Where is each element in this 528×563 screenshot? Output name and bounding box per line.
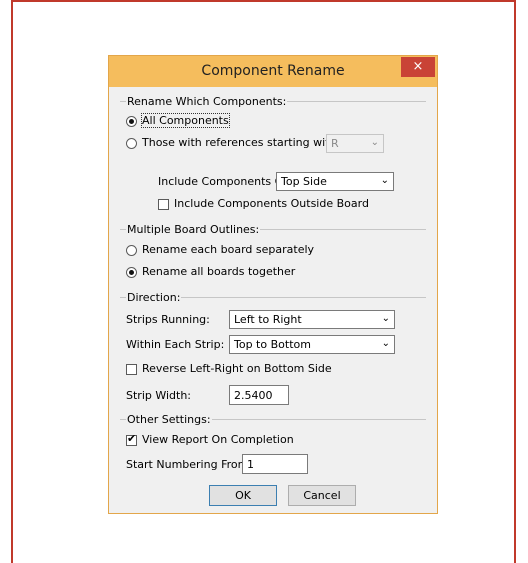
radio-rename-together[interactable] (126, 267, 137, 278)
radio-references-prefix[interactable] (126, 138, 137, 149)
label-reverse-left-right[interactable]: Reverse Left-Right on Bottom Side (142, 362, 332, 375)
include-on-value: Top Side (281, 175, 327, 188)
checkbox-reverse-left-right[interactable] (126, 364, 137, 375)
prefix-select[interactable]: R ⌄ (326, 134, 384, 153)
component-rename-dialog: Component Rename × Rename Which Componen… (108, 55, 438, 514)
label-within-each-strip: Within Each Strip: (126, 338, 225, 351)
group-label-direction: Direction: (126, 291, 182, 304)
label-include-components-on: Include Components On: (158, 175, 294, 188)
within-strip-select[interactable]: Top to Bottom ⌄ (229, 335, 395, 354)
prefix-value: R (331, 137, 339, 150)
ok-button[interactable]: OK (209, 485, 277, 506)
label-view-report[interactable]: View Report On Completion (142, 433, 294, 446)
label-start-numbering: Start Numbering From: (126, 458, 253, 471)
label-strip-width: Strip Width: (126, 389, 192, 402)
include-on-select[interactable]: Top Side ⌄ (276, 172, 394, 191)
close-icon: × (412, 59, 424, 74)
dialog-title: Component Rename (201, 63, 345, 79)
strip-width-value: 2.5400 (234, 389, 273, 402)
group-label-rename-which: Rename Which Components: (126, 95, 288, 108)
strip-width-input[interactable]: 2.5400 (229, 385, 289, 405)
strips-running-select[interactable]: Left to Right ⌄ (229, 310, 395, 329)
start-numbering-value: 1 (247, 458, 254, 471)
close-button[interactable]: × (401, 57, 435, 77)
title-bar[interactable]: Component Rename × (109, 56, 437, 87)
within-strip-value: Top to Bottom (234, 338, 311, 351)
label-references-prefix[interactable]: Those with references starting with: (142, 136, 340, 149)
chevron-down-icon: ⌄ (370, 137, 379, 148)
dialog-body: Rename Which Components: All Components … (116, 87, 430, 507)
checkbox-outside-board[interactable] (158, 199, 169, 210)
checkmark-icon: ✔ (127, 432, 137, 445)
start-numbering-input[interactable]: 1 (242, 454, 308, 474)
label-rename-together[interactable]: Rename all boards together (142, 265, 295, 278)
label-strips-running: Strips Running: (126, 313, 210, 326)
chevron-down-icon: ⌄ (380, 175, 389, 186)
label-outside-board[interactable]: Include Components Outside Board (174, 197, 369, 210)
group-label-board-outlines: Multiple Board Outlines: (126, 223, 261, 236)
radio-rename-separately[interactable] (126, 245, 137, 256)
radio-all-components[interactable] (126, 116, 137, 127)
cancel-button[interactable]: Cancel (288, 485, 356, 506)
chevron-down-icon: ⌄ (381, 338, 390, 349)
checkbox-view-report[interactable]: ✔ (126, 432, 137, 446)
group-label-other-settings: Other Settings: (126, 413, 212, 426)
chevron-down-icon: ⌄ (381, 313, 390, 324)
strips-running-value: Left to Right (234, 313, 302, 326)
label-rename-separately[interactable]: Rename each board separately (142, 243, 314, 256)
label-all-components[interactable]: All Components (141, 113, 230, 128)
